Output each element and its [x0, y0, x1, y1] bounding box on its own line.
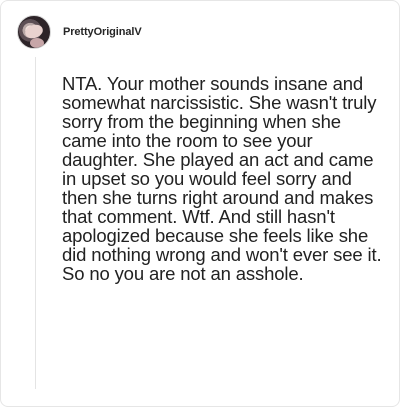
thread-line [35, 57, 36, 389]
comment-header: PrettyOriginalV [17, 14, 142, 50]
comment-text: NTA. Your mother sounds insane and somew… [62, 73, 382, 284]
comment-card: PrettyOriginalV NTA. Your mother sounds … [0, 0, 400, 407]
username[interactable]: PrettyOriginalV [63, 26, 142, 38]
avatar[interactable] [17, 15, 51, 49]
